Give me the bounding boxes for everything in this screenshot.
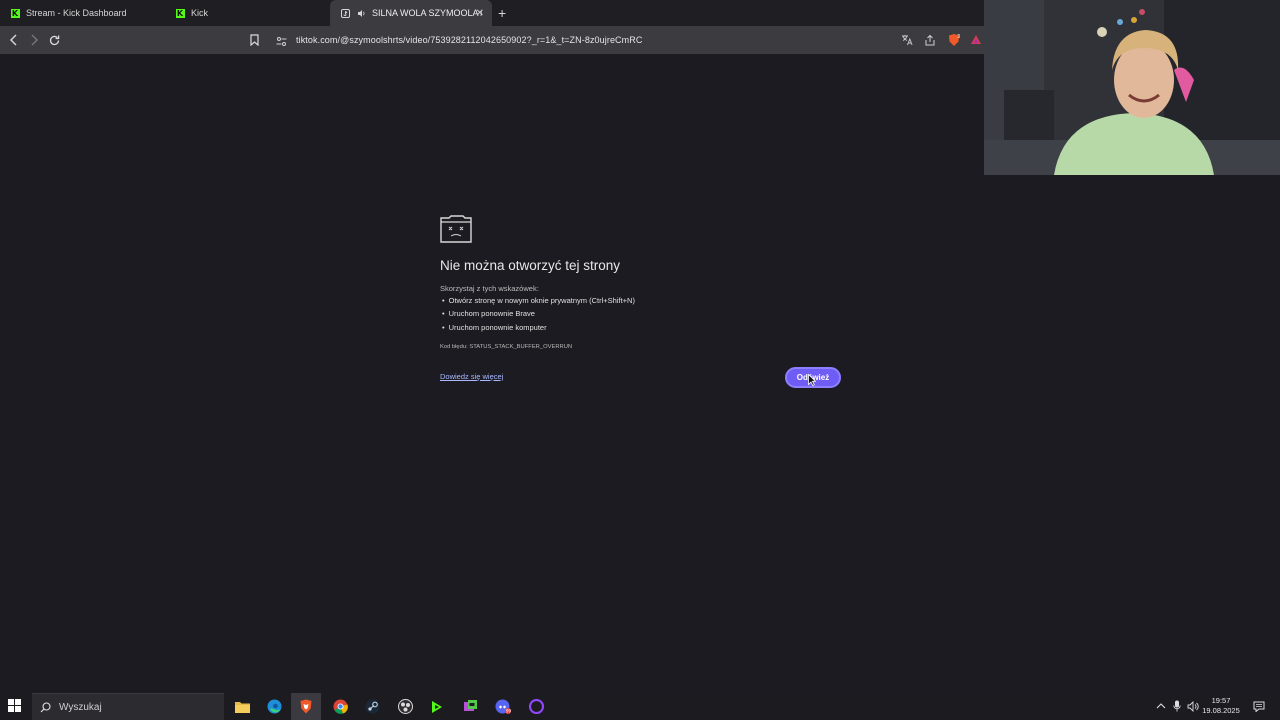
reload-icon xyxy=(49,35,59,45)
clock-time: 19:57 xyxy=(1211,696,1231,705)
tab-title: Kick xyxy=(191,8,209,18)
translate-icon[interactable] xyxy=(899,32,915,48)
close-tab-icon[interactable]: ✕ xyxy=(476,8,484,19)
windows-taskbar: Wyszukaj 99 19:57 19.08.2025 xyxy=(0,693,1280,720)
brave-shields-icon[interactable]: 3 xyxy=(946,32,962,48)
tab-kick[interactable]: K Kick xyxy=(165,0,330,26)
tab-title: Stream - Kick Dashboard xyxy=(26,8,127,18)
site-settings-icon[interactable] xyxy=(276,34,287,52)
clock-date: 19.08.2025 xyxy=(1202,706,1240,715)
chevron-right-icon xyxy=(31,34,38,46)
streaming-app-icon[interactable] xyxy=(455,693,485,720)
new-tab-button[interactable]: + xyxy=(498,5,506,21)
file-explorer-icon[interactable] xyxy=(227,693,257,720)
chrome-icon[interactable] xyxy=(325,693,355,720)
steam-icon[interactable] xyxy=(357,693,387,720)
tab-tiktok-active[interactable]: SILNA WOLA SZYMOOLA // ✕ xyxy=(330,0,492,26)
hint-item: Otwórz stronę w nowym oknie prywatnym (C… xyxy=(442,294,635,307)
discord-icon[interactable]: 99 xyxy=(488,693,518,720)
brave-rewards-icon[interactable] xyxy=(968,32,984,48)
search-icon xyxy=(40,701,51,713)
sad-tab-icon xyxy=(440,215,472,248)
reload-button[interactable] xyxy=(45,31,63,49)
error-code: Kod błędu: STATUS_STACK_BUFFER_OVERRUN xyxy=(440,344,573,350)
windows-start-button[interactable] xyxy=(8,699,23,714)
tiktok-icon xyxy=(340,8,350,18)
windows-logo-icon xyxy=(8,699,21,712)
webcam-overlay xyxy=(984,0,1280,175)
tab-title: SILNA WOLA SZYMOOLA // xyxy=(372,8,482,18)
search-placeholder: Wyszukaj xyxy=(59,701,102,713)
edge-icon[interactable] xyxy=(259,693,289,720)
error-title: Nie można otworzyć tej strony xyxy=(440,258,621,273)
twitch-studio-icon[interactable] xyxy=(521,693,551,720)
obs-icon[interactable] xyxy=(390,693,420,720)
svg-text:3: 3 xyxy=(957,34,960,40)
learn-more-link[interactable]: Dowiedz się więcej xyxy=(440,372,503,381)
forward-button[interactable] xyxy=(25,31,43,49)
show-hidden-icons-chevron-up-icon[interactable] xyxy=(1153,698,1169,714)
kick-logo-icon: K xyxy=(175,8,185,18)
kick-logo-icon: K xyxy=(10,8,20,18)
share-icon[interactable] xyxy=(922,32,938,48)
microphone-icon[interactable] xyxy=(1169,698,1185,714)
hints-list: Otwórz stronę w nowym oknie prywatnym (C… xyxy=(442,294,635,334)
bookmark-icon xyxy=(249,34,259,46)
tab-kick-dashboard[interactable]: K Stream - Kick Dashboard xyxy=(0,0,165,26)
hints-intro: Skorzystaj z tych wskazówek: xyxy=(440,284,539,293)
back-button[interactable] xyxy=(5,31,23,49)
hint-item: Uruchom ponownie komputer xyxy=(442,321,635,334)
taskbar-clock[interactable]: 19:57 19.08.2025 xyxy=(1198,696,1244,716)
chevron-left-icon xyxy=(10,34,17,46)
notifications-icon[interactable] xyxy=(1251,698,1267,714)
streamer-webcam-image xyxy=(984,0,1280,175)
kick-studio-icon[interactable] xyxy=(422,693,452,720)
bookmark-button[interactable] xyxy=(245,31,263,49)
address-bar[interactable]: tiktok.com/@szymoolshrts/video/753928211… xyxy=(270,28,990,52)
taskbar-search[interactable]: Wyszukaj xyxy=(32,693,224,720)
hint-item: Uruchom ponownie Brave xyxy=(442,307,635,320)
mouse-cursor-icon xyxy=(808,373,817,391)
brave-taskbar-icon[interactable] xyxy=(291,693,321,720)
svg-text:99: 99 xyxy=(506,709,511,714)
speaker-icon[interactable] xyxy=(356,8,366,18)
url-text: tiktok.com/@szymoolshrts/video/753928211… xyxy=(296,35,643,45)
